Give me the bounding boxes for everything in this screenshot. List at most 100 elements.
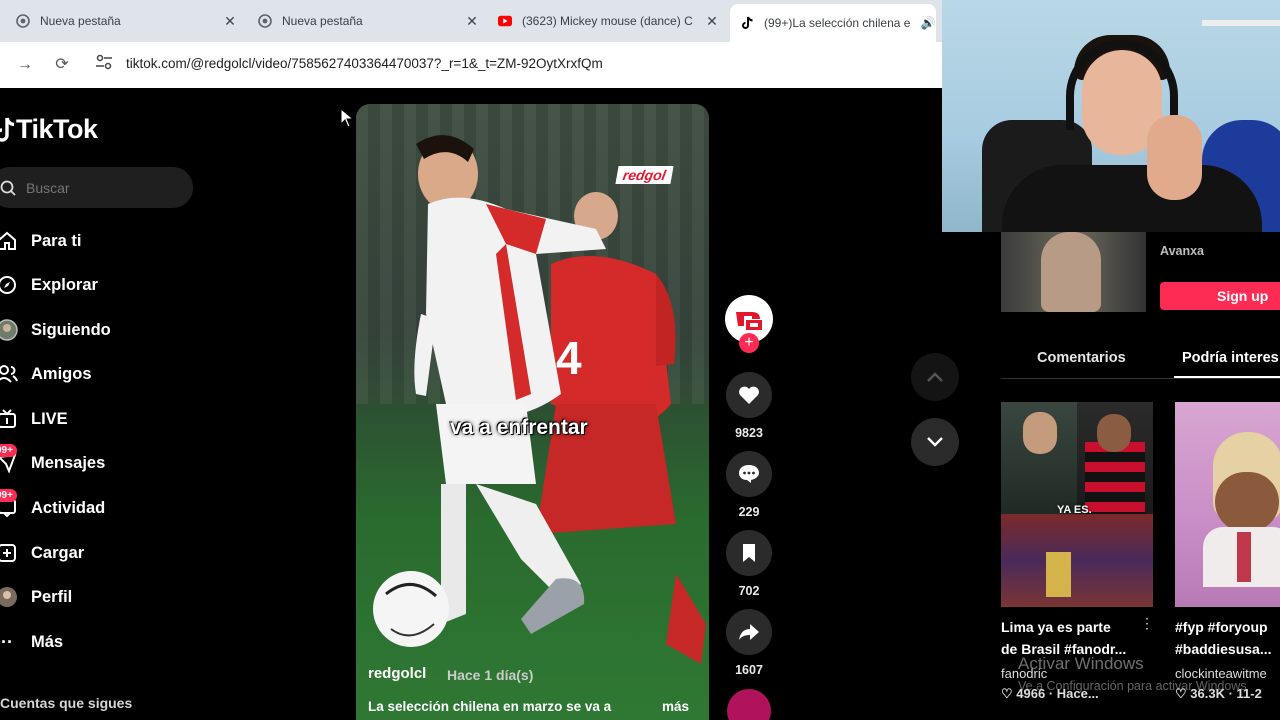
webcam-overlay [942,0,1280,232]
tab-label: (99+)La selección chilena e [764,16,911,30]
windows-activation-watermark: Activar Windows [1018,654,1144,673]
live-icon [0,408,18,430]
comment-count: 229 [738,505,760,519]
like-count: 9823 [735,426,763,440]
tiktok-icon [740,16,754,30]
tab-podria-interesar[interactable]: Podría interes [1182,350,1279,366]
sidebar-item-explorar[interactable]: Explorar [0,270,98,300]
browser-tab-2[interactable]: Nueva pestaña ✕ [258,6,480,36]
chrome-icon [258,14,272,28]
search-input[interactable] [26,179,176,196]
title-line: #baddiesusa... [1175,641,1272,657]
sidebar-item-label: Para ti [31,231,82,250]
tab-divider [1001,378,1280,379]
recommendation-thumbnail-2[interactable] [1175,402,1280,607]
search-box[interactable] [0,167,193,208]
video-player[interactable]: 4 redgol va a enfrentar redgolcl Hace 1 … [356,104,709,720]
tiktok-logo[interactable]: TikTok [0,114,98,145]
sidebar-item-label: Mensajes [31,453,106,472]
messages-icon: 99+ [0,444,18,474]
sidebar-item-mensajes[interactable]: 99+ Mensajes [0,444,106,478]
following-avatar-icon [0,319,18,341]
notification-badge: 99+ [0,444,17,457]
friends-icon [0,363,18,385]
sidebar-item-label: Perfil [31,587,73,606]
signup-button[interactable]: Sign up [1160,282,1280,310]
close-icon[interactable]: ✕ [464,13,480,30]
browser-tab-4[interactable]: (99+)La selección chilena e 🔊 [730,4,936,42]
reload-icon[interactable]: ⟳ [51,54,73,76]
upload-icon [0,542,18,564]
follow-button[interactable]: + [739,333,759,353]
profile-icon [0,586,18,608]
tab-label: Nueva pestaña [282,14,363,28]
like-button[interactable] [726,372,772,418]
browser-tab-3[interactable]: (3623) Mickey mouse (dance) C ✕ [498,6,720,36]
youtube-icon [498,14,512,28]
tab-label: (3623) Mickey mouse (dance) C [522,14,693,28]
share-count: 1607 [735,663,763,677]
comment-button[interactable] [726,451,772,497]
bookmark-icon [743,544,755,562]
tab-active-indicator [1174,376,1280,378]
svg-text:4: 4 [556,332,582,384]
sidebar-item-label: Amigos [31,364,92,383]
tab-comentarios[interactable]: Comentarios [1037,350,1126,366]
forward-icon[interactable]: → [14,54,36,76]
sidebar-item-amigos[interactable]: Amigos [0,359,92,389]
video-timestamp: Hace 1 día(s) [447,667,534,683]
more-options-icon[interactable]: ⋮ [1140,615,1154,632]
save-button[interactable] [726,530,772,576]
previous-video-button[interactable] [911,353,959,401]
sidebar-item-label: Explorar [31,275,98,294]
following-section-title: Cuentas que sigues [0,695,133,711]
close-icon[interactable]: ✕ [704,13,720,30]
sidebar-item-mas[interactable]: ·· Más [0,627,63,657]
more-button[interactable]: más [662,699,689,714]
heart-icon [739,386,759,404]
browser-tab-bar: Nueva pestaña ✕ Nueva pestaña ✕ (3623) M… [0,0,942,42]
sidebar-item-perfil[interactable]: Perfil [0,582,72,612]
music-disc-icon[interactable] [727,689,771,720]
sidebar-item-siguiendo[interactable]: Siguiendo [0,315,111,345]
recommendation-thumbnail-1[interactable]: YA ES. [1001,402,1153,607]
tiktok-icon [0,117,15,142]
sidebar-item-actividad[interactable]: 99+ Actividad [0,489,106,523]
address-bar: → ⟳ tiktok.com/@redgolcl/video/758562740… [0,42,942,88]
chevron-up-icon [927,372,943,382]
activity-icon: 99+ [0,489,18,519]
mouse-cursor-icon [340,108,354,128]
video-caption-overlay: va a enfrentar [450,416,588,439]
sidebar-item-label: Más [31,632,64,651]
next-video-button[interactable] [911,418,959,466]
url-field[interactable]: tiktok.com/@redgolcl/video/7585627403364… [126,56,603,71]
tab-label: Nueva pestaña [40,14,121,28]
home-icon [0,230,18,252]
close-icon[interactable]: ✕ [222,13,238,30]
heart-outline-icon: ♡ [1001,686,1017,701]
speaker-icon[interactable]: 🔊 [920,16,936,30]
chrome-icon [16,14,30,28]
compass-icon [0,274,18,296]
sidebar-item-label: Actividad [31,498,106,517]
video-description: La selección chilena en marzo se va a [368,699,612,714]
browser-tab-1[interactable]: Nueva pestaña ✕ [16,6,238,36]
ad-thumbnail[interactable] [1001,232,1146,312]
title-line: Lima ya es parte [1001,619,1111,635]
video-frame-illustration: 4 [373,135,706,664]
site-info-icon[interactable] [93,54,115,76]
brand-watermark: redgol [615,166,674,184]
redgol-logo-icon [736,312,762,330]
sidebar-item-para-ti[interactable]: Para ti [0,226,81,256]
sidebar-item-live[interactable]: LIVE [0,404,68,434]
sidebar-item-cargar[interactable]: Cargar [0,538,84,568]
recommendation-title-2[interactable]: #fyp #foryoup #baddiesusa... [1175,616,1280,660]
comment-icon [739,465,759,483]
thumbnail-overlay-text: YA ES. [1057,504,1092,516]
sidebar-item-label: Siguiendo [31,320,111,339]
share-button[interactable] [726,609,772,655]
sidebar-item-label: LIVE [31,409,68,428]
logo-text: TikTok [16,114,98,144]
search-icon [0,180,16,196]
video-author[interactable]: redgolcl [368,665,426,682]
